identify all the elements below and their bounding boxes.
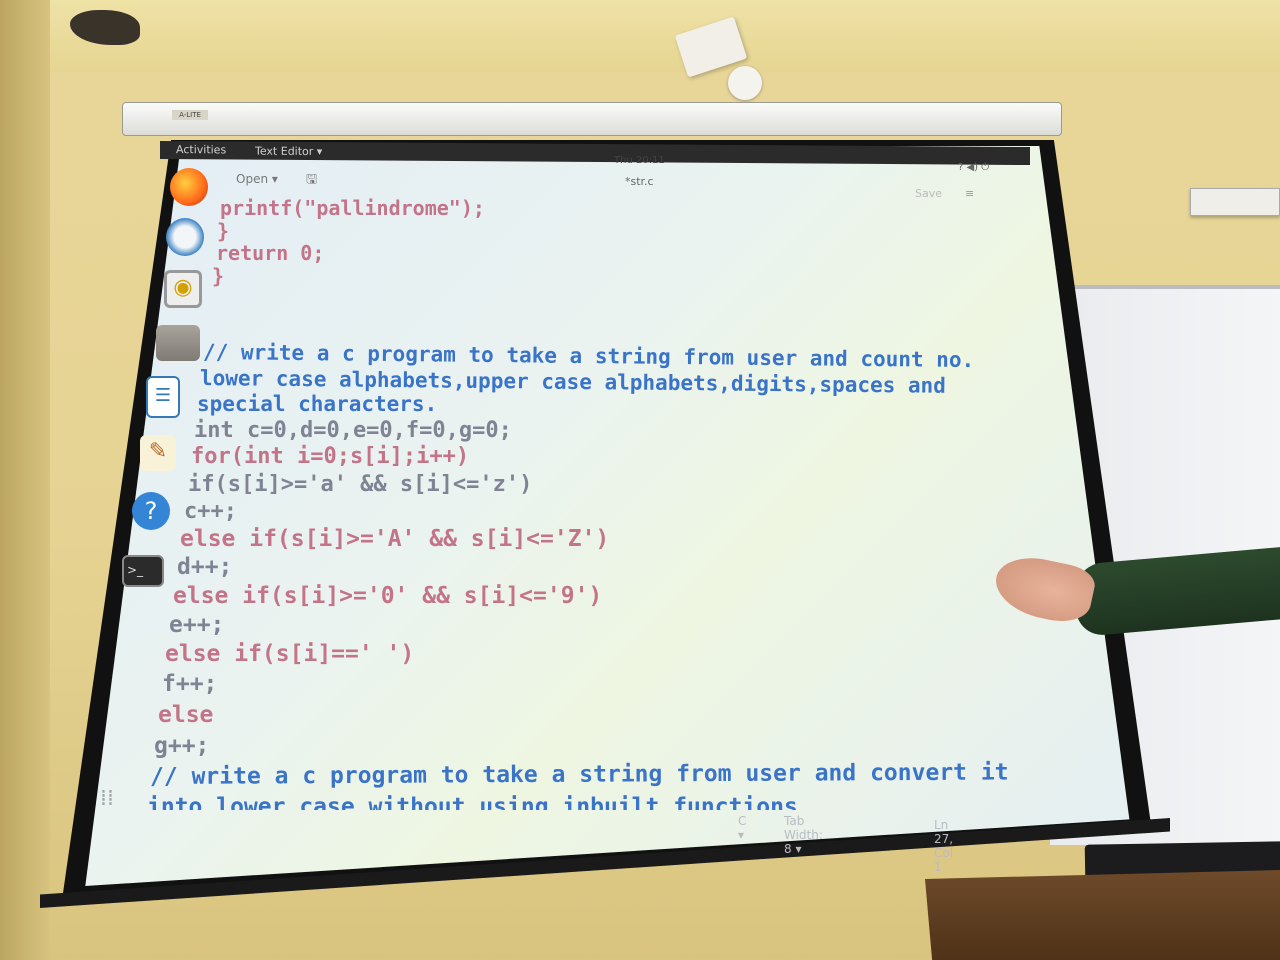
- screen-case: [122, 102, 1062, 136]
- code-line: for(int i=0;s[i];i++): [191, 444, 470, 469]
- apps-grid-icon[interactable]: ⁞⁞: [100, 785, 130, 815]
- code-line-text: printf("pallindrome");: [220, 196, 485, 220]
- code-line: d++;: [177, 554, 233, 580]
- wall-bracket: [1190, 188, 1280, 216]
- tab-width-selector[interactable]: Tab Width: 8 ▾: [784, 814, 823, 856]
- desk: [925, 870, 1280, 960]
- terminal-icon[interactable]: >_: [122, 555, 164, 587]
- ceiling-dome: [728, 66, 762, 100]
- open-button[interactable]: Open ▾: [236, 172, 278, 186]
- code-comment: into lower case without using inbuilt fu…: [147, 794, 798, 810]
- clock[interactable]: Thu 20:11: [614, 155, 665, 166]
- code-line: f++;: [162, 671, 218, 697]
- help-icon[interactable]: ?: [132, 492, 170, 530]
- code-line: else if(s[i]>='A' && s[i]<='Z'): [180, 526, 610, 552]
- code-line: int c=0,d=0,e=0,f=0,g=0;: [194, 418, 512, 443]
- code-line: if(s[i]>='a' && s[i]<='z'): [188, 472, 533, 497]
- files-icon[interactable]: [156, 325, 200, 361]
- ceiling: [0, 0, 1280, 72]
- code-line: c++;: [184, 499, 237, 524]
- code-line: g++;: [154, 733, 210, 759]
- code-line: e++;: [169, 612, 225, 638]
- editor-headerbar: Open ▾ 🖫 *str.c Save ≡: [210, 168, 1030, 200]
- brand-label: A-LITE: [172, 110, 208, 120]
- code-comment: special characters.: [197, 392, 438, 416]
- text-editor-icon[interactable]: ✎: [140, 435, 176, 471]
- mail-icon[interactable]: [166, 218, 204, 256]
- wall-pillar: [0, 0, 50, 960]
- code-line: }: [217, 219, 230, 243]
- code-line: else if(s[i]>='0' && s[i]<='9'): [173, 583, 603, 609]
- code-comment: // write a c program to take a string fr…: [149, 759, 1009, 790]
- code-line: printf("pallindrome");: [220, 196, 485, 220]
- code-line: else: [158, 702, 214, 728]
- code-line: else if(s[i]==' '): [165, 641, 415, 667]
- speaker-icon[interactable]: ◉: [164, 270, 202, 308]
- code-line: }: [212, 264, 225, 288]
- code-line: return 0;: [216, 241, 325, 265]
- save-button[interactable]: Save: [915, 187, 942, 200]
- new-document-icon[interactable]: 🖫: [306, 170, 317, 192]
- firefox-icon[interactable]: [170, 168, 208, 206]
- document-title: *str.c: [625, 175, 654, 188]
- hamburger-menu-icon[interactable]: ≡: [965, 187, 974, 200]
- writer-icon[interactable]: ☰: [146, 376, 180, 418]
- app-menu[interactable]: Text Editor ▾: [255, 145, 322, 158]
- language-selector[interactable]: C ▾: [738, 814, 746, 842]
- activities-button[interactable]: Activities: [176, 143, 226, 156]
- cursor-position: Ln 27, Col 1: [934, 818, 954, 874]
